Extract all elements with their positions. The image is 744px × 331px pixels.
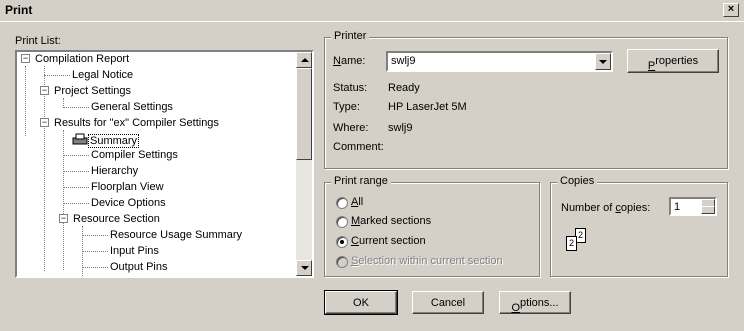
status-value: Ready	[388, 82, 420, 94]
print-list-tree[interactable]: − − − − Compilation Report Legal Notice …	[15, 50, 314, 278]
tree-line	[44, 66, 45, 271]
tree-line	[44, 75, 70, 76]
collapse-icon[interactable]: −	[40, 86, 49, 95]
tree-line	[63, 171, 89, 172]
copies-title: Copies	[557, 175, 598, 187]
copies-spinner[interactable]: 1	[669, 197, 717, 216]
status-label: Status:	[333, 82, 368, 94]
printer-name-label: Name:	[333, 55, 366, 67]
tree-item-device-options[interactable]: Device Options	[91, 196, 166, 210]
tree-item-project-settings[interactable]: Project Settings	[54, 84, 131, 98]
options-button[interactable]: Options...	[499, 291, 571, 314]
tree-line	[63, 203, 89, 204]
printer-group-title: Printer	[331, 30, 370, 42]
radio-all-label: All	[351, 196, 364, 208]
scroll-up-button[interactable]	[296, 52, 312, 68]
print-range-title: Print range	[331, 175, 391, 187]
close-button[interactable]: ×	[723, 3, 739, 17]
collapse-icon[interactable]: −	[40, 118, 49, 127]
spin-down-button[interactable]	[701, 206, 715, 214]
tree-item-summary[interactable]: Summary	[72, 132, 140, 148]
tree-item-general-settings[interactable]: General Settings	[91, 100, 173, 114]
where-value: swlj9	[388, 122, 413, 134]
printer-name-select[interactable]: swlj9	[386, 51, 613, 72]
type-value: HP LaserJet 5M	[388, 101, 467, 113]
ok-button[interactable]: OK	[324, 290, 398, 315]
number-of-copies-label: Number of copies:	[561, 202, 651, 214]
collapse-icon[interactable]: −	[21, 54, 30, 63]
tree-line	[63, 155, 89, 156]
tree-item-legal-notice[interactable]: Legal Notice	[72, 68, 133, 82]
properties-button[interactable]: Properties	[627, 49, 719, 73]
tree-item-compilation-report[interactable]: Compilation Report	[35, 52, 129, 66]
tree-item-resource-section[interactable]: Resource Section	[73, 212, 160, 226]
close-icon: ×	[727, 3, 735, 15]
tree-scrollbar[interactable]	[296, 52, 312, 276]
printer-name-value: swlj9	[391, 55, 416, 67]
tree-item-output-pins[interactable]: Output Pins	[110, 260, 167, 274]
tree-item-floorplan-view[interactable]: Floorplan View	[91, 180, 164, 194]
copies-value: 1	[674, 201, 681, 213]
tree-line	[63, 107, 89, 108]
radio-selection-within-label: Selection within current section	[351, 255, 503, 267]
chevron-down-icon	[599, 60, 607, 64]
collate-page-icon: 2	[566, 236, 577, 251]
tree-line	[82, 235, 108, 236]
collapse-icon[interactable]: −	[59, 214, 68, 223]
cancel-button[interactable]: Cancel	[412, 291, 484, 314]
radio-current-section[interactable]	[336, 236, 348, 248]
tree-item-results[interactable]: Results for "ex" Compiler Settings	[54, 116, 219, 130]
radio-marked-sections-label: Marked sections	[351, 215, 432, 227]
where-label: Where:	[333, 122, 369, 134]
comment-label: Comment:	[333, 141, 384, 153]
tree-item-compiler-settings[interactable]: Compiler Settings	[91, 148, 178, 162]
scroll-down-button[interactable]	[296, 260, 312, 276]
type-label: Type:	[333, 101, 360, 113]
tree-item-resource-usage-summary[interactable]: Resource Usage Summary	[110, 228, 242, 242]
tree-item-hierarchy[interactable]: Hierarchy	[91, 164, 138, 178]
tree-item-input-pins[interactable]: Input Pins	[110, 244, 159, 258]
window-title: Print	[5, 3, 33, 17]
radio-all[interactable]	[336, 197, 348, 209]
arrow-down-icon	[301, 266, 309, 270]
tree-line	[82, 267, 108, 268]
arrow-up-icon	[301, 58, 309, 62]
tree-line	[63, 130, 64, 270]
dropdown-button[interactable]	[595, 53, 611, 70]
radio-selection-within	[336, 256, 348, 268]
printer-icon	[72, 133, 88, 145]
radio-marked-sections[interactable]	[336, 216, 348, 228]
scroll-thumb[interactable]	[296, 68, 312, 160]
tree-line	[63, 187, 89, 188]
tree-line	[25, 66, 26, 136]
title-bar: Print ×	[0, 0, 744, 22]
print-list-label: Print List:	[15, 35, 61, 47]
tree-line	[82, 251, 108, 252]
radio-current-section-label: Current section	[351, 235, 426, 247]
